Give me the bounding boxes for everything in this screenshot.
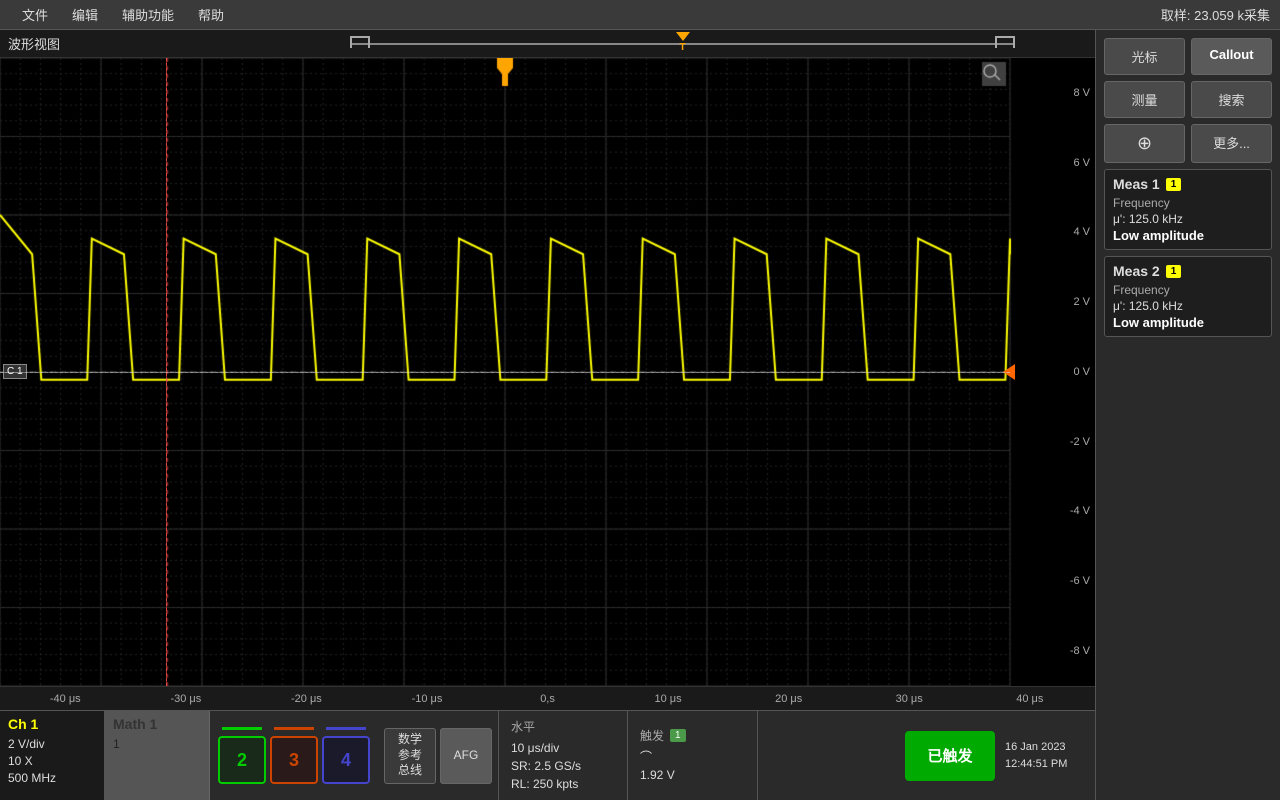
meas1-panel: Meas 1 1 Frequency μ': 125.0 kHz Low amp… bbox=[1104, 169, 1272, 250]
measure-button[interactable]: 测量 bbox=[1104, 81, 1185, 118]
meas2-param-value: μ': 125.0 kHz bbox=[1113, 299, 1263, 313]
third-row-buttons: ⊕ 更多... bbox=[1104, 124, 1272, 163]
zoom-icon: ⊕ bbox=[1137, 133, 1152, 154]
waveform-title: 波形视图 bbox=[8, 34, 60, 53]
x-label-n40: -40 μs bbox=[5, 693, 126, 705]
ch1-tab[interactable]: Ch 1 2 V/div 10 X 500 MHz bbox=[0, 711, 105, 800]
math1-label: Math 1 bbox=[113, 716, 201, 732]
c1-zero-line bbox=[0, 372, 1010, 373]
right-top-buttons: 光标 Callout bbox=[1104, 38, 1272, 75]
meas2-title: Meas 2 bbox=[1113, 263, 1160, 279]
ch1-coupling: 10 X bbox=[8, 753, 96, 770]
meas1-param-row: Frequency bbox=[1113, 196, 1263, 210]
meas1-header: Meas 1 1 bbox=[1113, 176, 1263, 192]
trigger-badge: 1 bbox=[670, 729, 686, 742]
triggered-button-container: 已触发 bbox=[905, 711, 995, 800]
meas2-warn: Low amplitude bbox=[1113, 315, 1263, 330]
afg-button[interactable]: AFG bbox=[440, 728, 492, 784]
search-button[interactable]: 搜索 bbox=[1191, 81, 1272, 118]
x-label-10: 10 μs bbox=[608, 693, 729, 705]
menu-bar: 文件 编辑 辅助功能 帮助 取样: 23.059 k采集 bbox=[0, 0, 1280, 30]
menu-file[interactable]: 文件 bbox=[10, 0, 60, 29]
x-label-40: 40 μs bbox=[970, 693, 1091, 705]
ch4-button[interactable]: 4 bbox=[322, 736, 370, 784]
datetime-box: 16 Jan 2023 12:44:51 PM bbox=[995, 711, 1095, 800]
trigger-label: 触发 bbox=[640, 727, 664, 744]
horizontal-div: 10 μs/div bbox=[511, 739, 615, 757]
main-layout: 波形视图 T bbox=[0, 30, 1280, 800]
datetime-time: 12:44:51 PM bbox=[1005, 756, 1085, 773]
meas2-header: Meas 2 1 bbox=[1113, 263, 1263, 279]
scope-area: 波形视图 T bbox=[0, 30, 1095, 800]
menu-help[interactable]: 帮助 bbox=[186, 0, 236, 29]
cursor-button[interactable]: 光标 bbox=[1104, 38, 1185, 75]
x-label-n10: -10 μs bbox=[367, 693, 488, 705]
horizontal-sr: SR: 2.5 GS/s bbox=[511, 757, 615, 775]
math1-tab[interactable]: Math 1 1 bbox=[105, 711, 210, 800]
right-second-buttons: 测量 搜索 bbox=[1104, 81, 1272, 118]
sample-info: 取样: 23.059 k采集 bbox=[1161, 5, 1270, 24]
x-label-0: 0,s bbox=[487, 693, 608, 705]
menu-edit[interactable]: 编辑 bbox=[60, 0, 110, 29]
menu-auxiliary[interactable]: 辅助功能 bbox=[110, 0, 186, 29]
x-label-30: 30 μs bbox=[849, 693, 970, 705]
func-buttons: 数学 参考 总线 AFG bbox=[378, 711, 498, 800]
trigger-t-indicator: T bbox=[679, 42, 685, 53]
math-ref-bus-button[interactable]: 数学 参考 总线 bbox=[384, 728, 436, 784]
ch1-bw: 500 MHz bbox=[8, 770, 96, 787]
horizontal-rl: RL: 250 kpts bbox=[511, 775, 615, 793]
meas1-warn: Low amplitude bbox=[1113, 228, 1263, 243]
callout-button[interactable]: Callout bbox=[1191, 38, 1272, 75]
ch4-line bbox=[326, 727, 366, 730]
trigger-info: 触发 1 ⌒ 1.92 V bbox=[628, 711, 758, 800]
meas2-panel: Meas 2 1 Frequency μ': 125.0 kHz Low amp… bbox=[1104, 256, 1272, 337]
ch3-button[interactable]: 3 bbox=[270, 736, 318, 784]
zoom-button[interactable]: ⊕ bbox=[1104, 124, 1185, 163]
horizontal-info: 水平 10 μs/div SR: 2.5 GS/s RL: 250 kpts bbox=[498, 711, 628, 800]
ch1-label: Ch 1 bbox=[8, 716, 96, 732]
ch1-vdiv: 2 V/div bbox=[8, 736, 96, 753]
waveform-header: 波形视图 T bbox=[0, 30, 1095, 58]
x-label-n20: -20 μs bbox=[246, 693, 367, 705]
channel-tabs: Ch 1 2 V/div 10 X 500 MHz Math 1 1 2 bbox=[0, 710, 1095, 800]
meas1-param-label: Frequency bbox=[1113, 196, 1170, 210]
x-label-20: 20 μs bbox=[728, 693, 849, 705]
ch2-line bbox=[222, 727, 262, 730]
meas1-title: Meas 1 bbox=[1113, 176, 1160, 192]
meas1-param-value: μ': 125.0 kHz bbox=[1113, 212, 1263, 226]
meas2-param-label: Frequency bbox=[1113, 283, 1170, 297]
ch2-button[interactable]: 2 bbox=[218, 736, 266, 784]
meas2-param-row: Frequency bbox=[1113, 283, 1263, 297]
x-label-n30: -30 μs bbox=[126, 693, 247, 705]
more-button[interactable]: 更多... bbox=[1191, 124, 1272, 163]
trigger-header: 触发 1 bbox=[640, 727, 745, 744]
horizontal-label: 水平 bbox=[511, 718, 615, 735]
trigger-level: 1.92 V bbox=[640, 766, 745, 784]
x-axis-bar: -40 μs -30 μs -20 μs -10 μs 0,s 10 μs 20… bbox=[0, 686, 1095, 710]
trigger-icon: ⌒ bbox=[640, 748, 745, 766]
triggered-button[interactable]: 已触发 bbox=[905, 731, 995, 781]
meas2-badge: 1 bbox=[1166, 265, 1182, 278]
math1-value: 1 bbox=[113, 736, 201, 753]
meas1-badge: 1 bbox=[1166, 178, 1182, 191]
grid-container[interactable]: 8 V 6 V 4 V 2 V 0 V -2 V -4 V -6 V -8 V … bbox=[0, 58, 1095, 686]
right-panel: 光标 Callout 测量 搜索 ⊕ 更多... Meas 1 1 Freque… bbox=[1095, 30, 1280, 800]
channel-buttons: 2 3 4 bbox=[210, 711, 378, 800]
ch3-line bbox=[274, 727, 314, 730]
datetime-date: 16 Jan 2023 bbox=[1005, 739, 1085, 756]
